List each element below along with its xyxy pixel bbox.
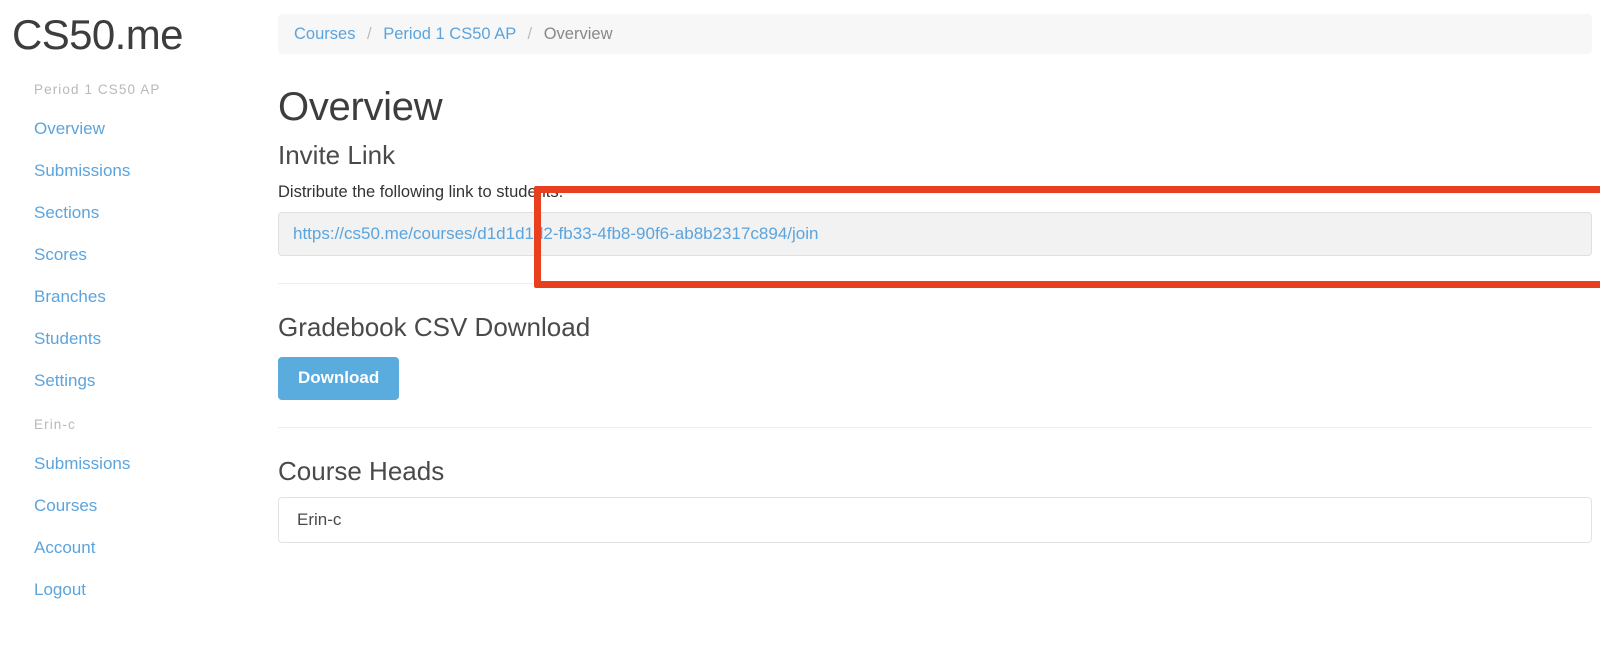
breadcrumb: Courses / Period 1 CS50 AP / Overview	[278, 14, 1592, 55]
breadcrumb-item-courses[interactable]: Courses	[294, 25, 355, 43]
content-area: Overview Invite Link Distribute the foll…	[270, 84, 1600, 544]
sidebar-item-settings[interactable]: Settings	[0, 371, 270, 391]
page-title: Overview	[278, 85, 443, 130]
breadcrumb-separator: /	[367, 25, 372, 43]
breadcrumb-item-overview-current: Overview	[543, 25, 613, 43]
section-divider	[278, 427, 1592, 428]
sidebar-group-user: Erin-c Submissions Courses Account Logou…	[0, 417, 270, 600]
sidebar-item-sections[interactable]: Sections	[0, 203, 270, 223]
breadcrumb-separator: /	[527, 25, 533, 43]
breadcrumb-item-period-1-cs50-ap[interactable]: Period 1 CS50 AP	[383, 25, 516, 43]
section-divider	[278, 283, 1592, 285]
sidebar-item-overview[interactable]: Overview	[0, 119, 270, 139]
download-button[interactable]: Download	[278, 357, 400, 400]
course-heads-section-title: Course Heads	[278, 456, 445, 486]
sidebar-group-header-course: Period 1 CS50 AP	[34, 82, 161, 97]
sidebar-item-students[interactable]: Students	[0, 329, 270, 349]
sidebar-item-logout[interactable]: Logout	[0, 580, 270, 600]
sidebar-item-user-submissions[interactable]: Submissions	[0, 454, 270, 474]
invite-link-input[interactable]: https://cs50.me/courses/d1d1d1d2-fb33-4f…	[278, 212, 1592, 257]
course-heads-input[interactable]: Erin-c	[278, 497, 1592, 544]
sidebar-group-course: Period 1 CS50 AP Overview Submissions Se…	[0, 82, 270, 391]
app-root: CS50.me Period 1 CS50 AP Overview Submis…	[0, 0, 1600, 655]
gradebook-section-title: Gradebook CSV Download	[278, 312, 591, 343]
course-heads-section: Course Heads Erin-c	[278, 456, 1592, 544]
gradebook-csv-section: Gradebook CSV Download Download	[278, 312, 1592, 400]
invite-link-instruction: Distribute the following link to student…	[278, 183, 564, 202]
sidebar: CS50.me Period 1 CS50 AP Overview Submis…	[0, 0, 270, 655]
sidebar-item-user-courses[interactable]: Courses	[0, 496, 270, 516]
sidebar-item-account[interactable]: Account	[0, 538, 270, 558]
sidebar-item-scores[interactable]: Scores	[0, 245, 270, 265]
invite-link-section-title: Invite Link	[278, 140, 396, 171]
sidebar-group-header-user: Erin-c	[34, 417, 76, 432]
brand-logo[interactable]: CS50.me	[0, 0, 270, 56]
main-content: Courses / Period 1 CS50 AP / Overview Ov…	[270, 0, 1600, 655]
sidebar-item-branches[interactable]: Branches	[0, 287, 270, 307]
sidebar-item-submissions[interactable]: Submissions	[0, 161, 270, 181]
invite-link-section: Invite Link Distribute the following lin…	[278, 140, 1592, 257]
